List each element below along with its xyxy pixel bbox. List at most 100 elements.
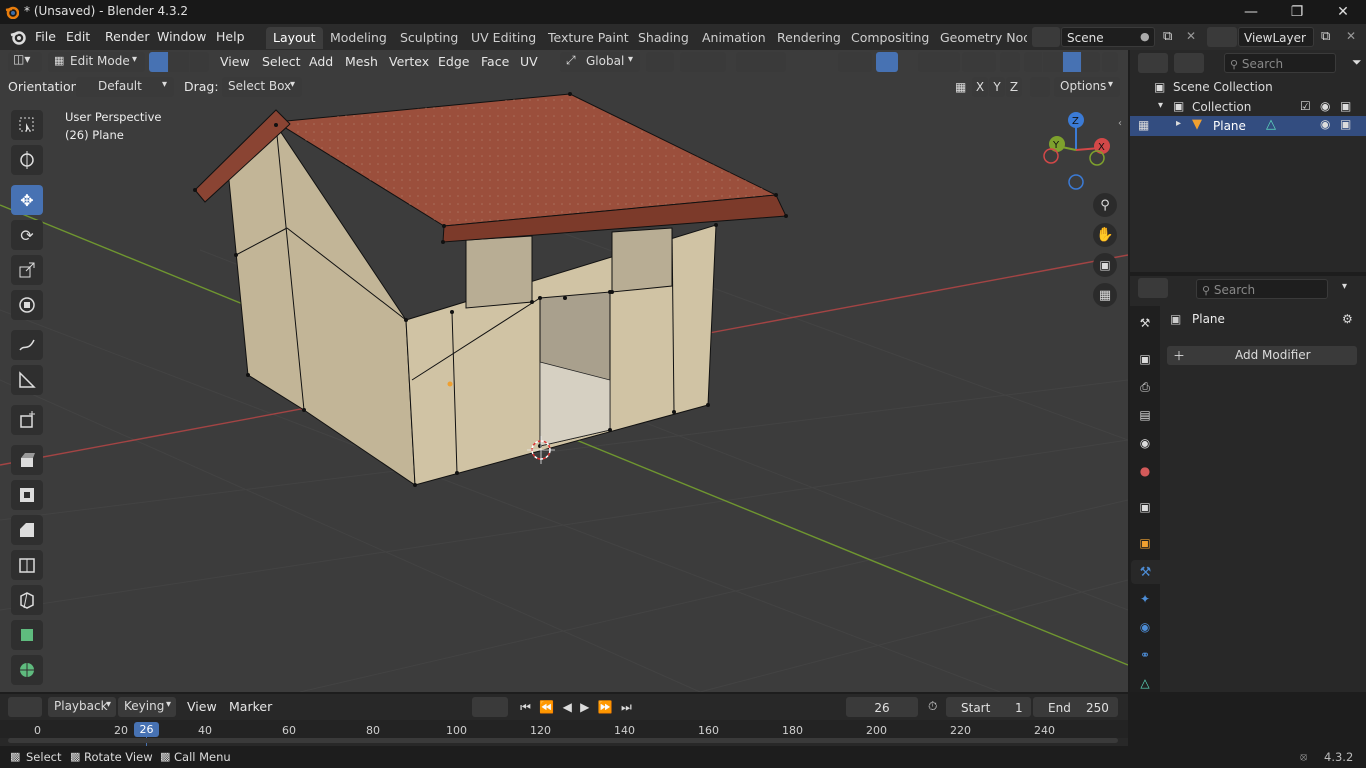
minimize-button[interactable]: —: [1228, 0, 1274, 24]
menu-mesh[interactable]: Mesh: [345, 51, 378, 73]
zoom-button[interactable]: ⚲: [1093, 193, 1117, 217]
tab-render[interactable]: ▣: [1136, 350, 1154, 368]
menu-view[interactable]: View: [220, 51, 250, 73]
menu-edge[interactable]: Edge: [438, 51, 469, 73]
outliner-editor-type-button[interactable]: [1138, 53, 1168, 73]
outliner-scene-collection[interactable]: Scene Collection: [1173, 80, 1273, 94]
chevron-down-icon[interactable]: ▾: [1342, 281, 1347, 292]
mirror-z-button[interactable]: Z: [1006, 77, 1022, 97]
close-button[interactable]: ✕: [1320, 0, 1366, 24]
perspective-toggle-button[interactable]: ▦: [1093, 283, 1117, 307]
playback-dropdown[interactable]: Playback ▾: [48, 697, 116, 717]
rotate-tool[interactable]: ⟳: [11, 220, 43, 250]
tab-layout[interactable]: Layout: [266, 27, 323, 49]
orientation-dropdown[interactable]: Default ▾: [76, 77, 174, 97]
edit-mode-icon[interactable]: ▦: [1138, 118, 1149, 132]
options-dropdown[interactable]: Options ▾: [1054, 77, 1120, 97]
tab-rendering[interactable]: Rendering: [770, 27, 848, 49]
tab-shading[interactable]: Shading: [631, 27, 696, 49]
outliner-search-input[interactable]: ⚲ Search: [1224, 53, 1336, 73]
menu-file[interactable]: File: [29, 28, 62, 46]
scene-browse-button[interactable]: [1032, 27, 1060, 47]
material-preview-button[interactable]: [1062, 52, 1081, 72]
tab-geometry-nodes[interactable]: Geometry Node: [933, 27, 1027, 49]
view-layer-name-field[interactable]: ViewLayer: [1238, 27, 1314, 47]
snap-button[interactable]: [680, 52, 726, 72]
menu-render[interactable]: Render: [99, 28, 156, 46]
tab-modifiers[interactable]: ⚒: [1131, 560, 1160, 584]
tab-particles[interactable]: ✦: [1136, 590, 1154, 608]
timeline-view-menu[interactable]: View: [187, 696, 217, 718]
menu-vertex[interactable]: Vertex: [389, 51, 429, 73]
menu-help[interactable]: Help: [210, 28, 251, 46]
tab-world[interactable]: ●: [1136, 462, 1154, 480]
start-frame-field[interactable]: Start 1: [946, 697, 1031, 717]
add-modifier-button[interactable]: ＋ Add Modifier: [1167, 346, 1357, 365]
expand-arrow-icon[interactable]: ▾: [1158, 100, 1163, 111]
play-reverse-button[interactable]: ◀: [563, 700, 572, 714]
navigation-gizmo[interactable]: Z X Y: [1036, 110, 1116, 190]
pin-icon[interactable]: ⚙: [1342, 312, 1353, 326]
auto-keying-button[interactable]: [472, 697, 508, 717]
xray-toggle-button[interactable]: [1000, 52, 1020, 72]
wireframe-shading-button[interactable]: [1024, 52, 1043, 72]
jump-end-button[interactable]: ⏭: [621, 700, 632, 715]
pivot-point-button[interactable]: [646, 52, 674, 72]
tab-physics[interactable]: ◉: [1136, 618, 1154, 636]
overlay-toggle-button[interactable]: [918, 52, 960, 72]
current-frame-field[interactable]: 26: [846, 697, 918, 717]
menu-add[interactable]: Add: [309, 51, 333, 73]
exclude-checkbox[interactable]: ☑: [1300, 99, 1311, 113]
tab-view-layer[interactable]: ▤: [1136, 406, 1154, 424]
transform-tool[interactable]: [11, 290, 43, 320]
tab-tool[interactable]: ⚒: [1136, 314, 1154, 332]
camera-view-button[interactable]: ▣: [1093, 253, 1117, 277]
knife-tool[interactable]: [11, 585, 43, 615]
timeline-scrollbar[interactable]: [8, 738, 1118, 743]
tab-scene[interactable]: ◉: [1136, 434, 1154, 452]
extrude-region-tool[interactable]: [11, 445, 43, 475]
tab-object[interactable]: ▣: [1136, 534, 1154, 552]
pan-button[interactable]: ✋: [1093, 223, 1117, 247]
rendered-shading-button[interactable]: [1081, 52, 1100, 72]
auto-merge-button[interactable]: [1030, 77, 1050, 97]
camera-icon[interactable]: ▣: [1340, 99, 1351, 113]
tab-uv-editing[interactable]: UV Editing: [464, 27, 543, 49]
poly-build-tool[interactable]: [11, 620, 43, 650]
shading-options-button[interactable]: [1102, 52, 1118, 72]
visibility-dropdown[interactable]: [838, 52, 872, 72]
stopwatch-icon[interactable]: ⏱: [928, 699, 937, 714]
mirror-y-button[interactable]: Y: [989, 77, 1005, 97]
cursor-tool[interactable]: [11, 145, 43, 175]
prev-keyframe-button[interactable]: ⏪: [539, 700, 554, 714]
scale-tool[interactable]: [11, 255, 43, 285]
mode-dropdown[interactable]: ▦ Edit Mode ▾: [48, 52, 145, 72]
transform-orientation-dropdown[interactable]: ⤢ Global ▾: [560, 52, 640, 72]
tab-modeling[interactable]: Modeling: [323, 27, 394, 49]
end-frame-field[interactable]: End 250: [1033, 697, 1118, 717]
menu-edit[interactable]: Edit: [60, 28, 96, 46]
sidebar-toggle-icon[interactable]: ‹: [1118, 118, 1122, 129]
select-box-tool[interactable]: [11, 110, 43, 140]
menu-select[interactable]: Select: [262, 51, 301, 73]
new-view-layer-icon[interactable]: ⧉: [1321, 29, 1330, 44]
blender-menu-icon[interactable]: [9, 28, 27, 46]
editor-type-button[interactable]: ◫▾: [8, 52, 42, 72]
add-cube-tool[interactable]: [11, 405, 43, 435]
delete-scene-icon[interactable]: ✕: [1186, 29, 1196, 43]
outliner-collection[interactable]: Collection: [1192, 100, 1251, 114]
keying-dropdown[interactable]: Keying ▾: [118, 697, 176, 717]
edge-select-button[interactable]: [169, 52, 189, 72]
eye-icon[interactable]: ◉: [1320, 99, 1330, 113]
tab-compositing[interactable]: Compositing: [844, 27, 936, 49]
menu-face[interactable]: Face: [481, 51, 509, 73]
delete-view-layer-icon[interactable]: ✕: [1346, 29, 1356, 43]
expand-arrow-icon[interactable]: ▸: [1176, 118, 1181, 129]
playhead-marker[interactable]: 26: [134, 722, 159, 737]
annotate-tool[interactable]: [11, 330, 43, 360]
menu-window[interactable]: Window: [151, 28, 212, 46]
tab-data[interactable]: △: [1136, 674, 1154, 692]
proportional-edit-button[interactable]: [736, 52, 786, 72]
timeline-marker-menu[interactable]: Marker: [229, 696, 272, 718]
solid-shading-button[interactable]: [1043, 52, 1062, 72]
